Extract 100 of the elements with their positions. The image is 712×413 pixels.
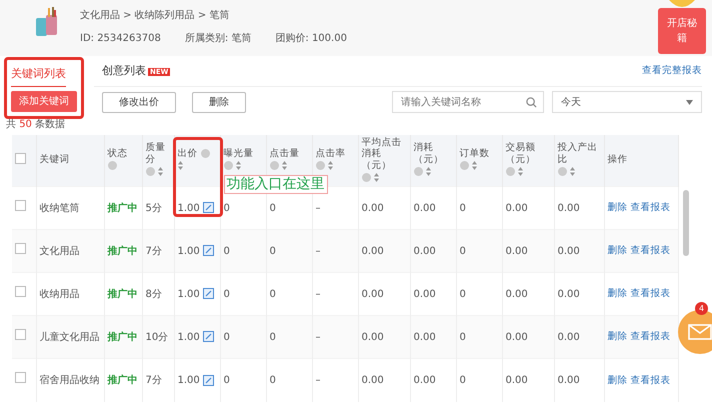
table-cell: 1.00 (178, 288, 200, 300)
sort-icon[interactable] (518, 167, 523, 176)
sort-icon[interactable] (158, 167, 163, 176)
table-cell: 0.00 (414, 374, 436, 386)
caret-icon (686, 100, 693, 104)
table-cell: 宿舍用品收纳 (40, 374, 100, 386)
table-cell: 0 (224, 332, 230, 342)
table-cell: 0.00 (506, 202, 528, 214)
action-link[interactable]: 查看报表 (630, 374, 671, 386)
scrollbar[interactable] (683, 190, 689, 256)
search-icon (526, 97, 537, 108)
table-cell: 1.00 (178, 246, 200, 256)
table-cell: 0.00 (558, 332, 580, 342)
checkbox[interactable] (15, 372, 26, 384)
action-link[interactable]: 查看报表 (630, 245, 671, 256)
table-cell: 0.00 (506, 288, 528, 300)
search-field[interactable]: 请输入关键词名称 (392, 91, 544, 113)
column-header: 操作 (608, 154, 628, 166)
sort-icon[interactable] (570, 167, 575, 176)
help-icon[interactable] (506, 167, 514, 176)
action-link[interactable]: 查看报表 (630, 202, 671, 214)
help-icon[interactable] (224, 161, 232, 170)
table-cell: 文化用品 (40, 246, 80, 256)
table-cell: 0 (460, 374, 466, 386)
action-link[interactable]: 删除 (608, 288, 628, 300)
info-text: 团购价: 100.00 (275, 32, 347, 46)
table-cell: 0.00 (558, 288, 580, 300)
table-cell: 0 (224, 288, 230, 300)
table-cell: 推广中 (108, 374, 138, 386)
help-icon[interactable] (414, 167, 422, 176)
action-link[interactable]: 查看报表 (630, 331, 671, 342)
sort-icon[interactable] (236, 161, 241, 170)
sort-icon[interactable] (374, 173, 379, 182)
table-cell: 0 (270, 288, 276, 300)
table-cell: 0.00 (362, 374, 384, 386)
sort-icon[interactable] (282, 161, 287, 170)
column-header: 关键词 (40, 154, 70, 166)
tab[interactable]: 关键词列表 (11, 63, 66, 86)
table-cell: 8分 (146, 288, 162, 300)
table-cell: 0 (224, 374, 230, 386)
button[interactable]: 添加关键词 (11, 90, 77, 112)
report-link[interactable]: 查看完整报表 (642, 64, 702, 79)
table-cell: 0 (460, 288, 466, 300)
help-icon[interactable] (270, 161, 278, 170)
edit-icon[interactable] (202, 331, 214, 342)
button[interactable]: 修改出价 (102, 92, 176, 112)
help-icon[interactable] (362, 173, 370, 182)
table-cell: – (316, 202, 320, 214)
column-header: 出价 (178, 148, 198, 160)
table-cell: 0.00 (506, 332, 528, 342)
sort-icon[interactable] (328, 161, 333, 170)
action-link[interactable]: 删除 (608, 331, 628, 342)
action-link[interactable]: 查看报表 (630, 288, 671, 300)
column-header: 消耗（元） (414, 142, 444, 166)
column-header: 质量分 (146, 142, 166, 166)
table-cell: 0.00 (414, 202, 436, 214)
table-cell: 7分 (146, 246, 162, 256)
table-cell: 1.00 (178, 202, 200, 214)
column-header: 平均点击消耗（元） (362, 136, 402, 172)
checkbox[interactable] (15, 286, 26, 297)
help-icon[interactable] (146, 167, 154, 176)
mascot-icon (667, 0, 697, 10)
table-cell: – (316, 374, 320, 386)
edit-icon[interactable] (202, 245, 214, 256)
checkbox[interactable] (15, 243, 26, 254)
breadcrumb: 文化用品 > 收纳陈列用品 > 笔筒 (80, 8, 230, 23)
button[interactable]: 删除 (192, 92, 246, 112)
action-link[interactable]: 删除 (608, 374, 628, 386)
help-icon[interactable] (460, 161, 468, 170)
promo-button[interactable]: 开店秘籍 (658, 8, 706, 54)
checkbox[interactable] (15, 329, 26, 340)
checkbox[interactable] (15, 152, 26, 164)
edit-icon[interactable] (202, 374, 214, 386)
table-cell: 1.00 (178, 374, 200, 386)
table-cell: 收纳用品 (40, 288, 80, 300)
date-select[interactable]: 今天 (552, 91, 702, 113)
notification-badge: 4 (695, 302, 708, 315)
column-header: 状态 (108, 148, 128, 160)
action-link[interactable]: 删除 (608, 202, 628, 214)
table-cell: 0 (270, 246, 276, 256)
table-cell: 0.00 (558, 202, 580, 214)
table-cell: 0 (460, 332, 466, 342)
column-header: 订单数 (460, 148, 490, 160)
sort-icon[interactable] (178, 161, 182, 170)
sort-icon[interactable] (472, 161, 477, 170)
help-icon[interactable] (558, 167, 566, 176)
sort-icon[interactable] (426, 167, 431, 176)
edit-icon[interactable] (202, 202, 214, 214)
help-icon[interactable] (316, 161, 324, 170)
table-cell: 5分 (146, 202, 162, 214)
mail-button[interactable] (678, 310, 712, 354)
edit-icon[interactable] (202, 288, 214, 300)
checkbox[interactable] (15, 200, 26, 211)
action-link[interactable]: 删除 (608, 245, 628, 256)
table-cell: 0.00 (558, 246, 580, 256)
table-cell: 1.00 (178, 332, 200, 342)
help-icon[interactable] (200, 149, 210, 158)
help-icon[interactable] (108, 161, 116, 170)
table-cell: 0.00 (362, 288, 384, 300)
table-cell: 0.00 (506, 246, 528, 256)
